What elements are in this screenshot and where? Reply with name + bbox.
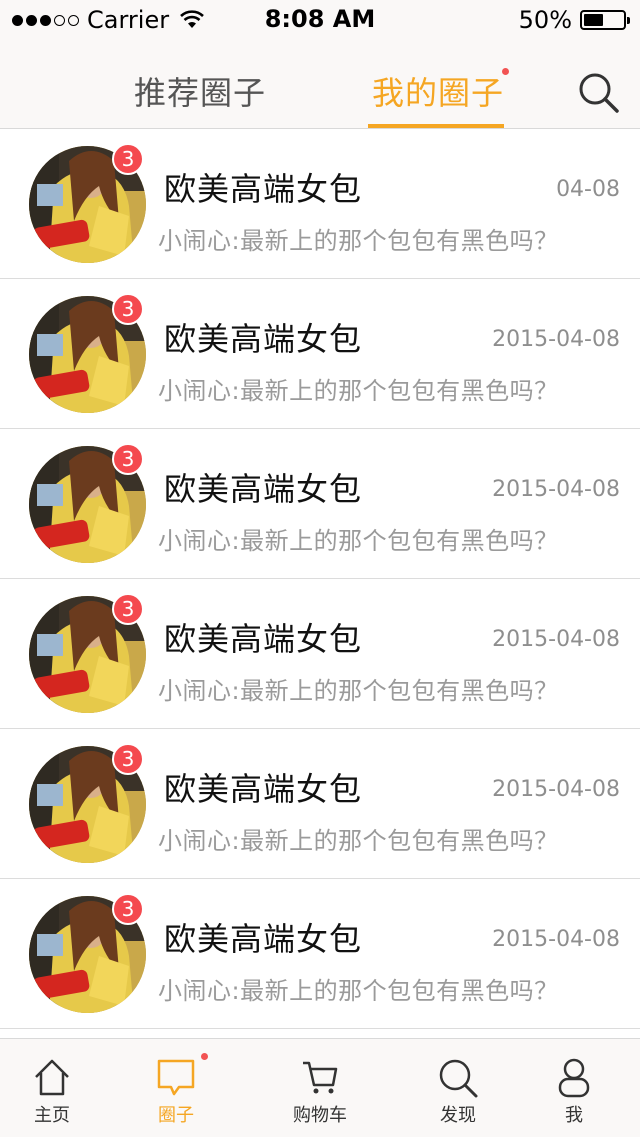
last-message-date: 2015-04-08 [492, 327, 620, 352]
cart-icon [303, 1061, 338, 1094]
unread-count-badge: 3 [112, 893, 144, 925]
unread-count-badge: 3 [112, 593, 144, 625]
circle-title: 欧美高端女包 [164, 320, 363, 358]
tab-home[interactable]: 主页 [0, 1039, 104, 1137]
message-separator: : [231, 827, 241, 855]
circle-title: 欧美高端女包 [164, 770, 363, 808]
last-message: 小闹心:最新上的那个包包有黑色吗？ [158, 821, 559, 856]
circle-title: 欧美高端女包 [164, 170, 363, 208]
tab-my-circles[interactable]: 我的圈子 [372, 68, 504, 114]
tab-cart[interactable]: 购物车 [268, 1039, 372, 1137]
message-sender: 小闹心 [158, 677, 232, 705]
last-message-date: 2015-04-08 [492, 627, 620, 652]
unread-count: 3 [121, 897, 135, 921]
message-text: 最新上的那个包包有黑色吗？ [240, 677, 559, 705]
last-message-date: 2015-04-08 [492, 927, 620, 952]
last-message: 小闹心:最新上的那个包包有黑色吗？ [158, 371, 559, 406]
circle-title: 欧美高端女包 [164, 620, 363, 658]
message-separator: : [231, 977, 241, 1005]
message-text: 最新上的那个包包有黑色吗？ [240, 227, 559, 255]
tab-circles-dot [201, 1053, 208, 1060]
unread-count: 3 [121, 297, 135, 321]
message-sender: 小闹心 [158, 527, 232, 555]
last-message-date: 04-08 [556, 177, 620, 202]
battery-percent: 50% [518, 6, 572, 34]
last-message-date: 2015-04-08 [492, 477, 620, 502]
circle-title: 欧美高端女包 [164, 920, 363, 958]
list-item[interactable]: 3 欧美高端女包 2015-04-08 小闹心:最新上的那个包包有黑色吗？ [0, 879, 640, 1029]
unread-count-badge: 3 [112, 443, 144, 475]
bottom-tab-bar: 主页 圈子 购物车 发现 我 [0, 1038, 640, 1137]
tab-circles[interactable]: 圈子 [124, 1039, 228, 1137]
tab-discover-label: 发现 [440, 1105, 476, 1126]
list-item[interactable]: 3 欧美高端女包 2015-04-08 小闹心:最新上的那个包包有黑色吗？ [0, 429, 640, 579]
circle-list: 3 欧美高端女包 04-08 小闹心:最新上的那个包包有黑色吗？ 3 欧美高端女… [0, 129, 640, 1029]
last-message: 小闹心:最新上的那个包包有黑色吗？ [158, 971, 559, 1006]
tab-discover[interactable]: 发现 [406, 1039, 510, 1137]
top-nav: 推荐圈子 我的圈子 [0, 40, 640, 129]
list-item[interactable]: 3 欧美高端女包 2015-04-08 小闹心:最新上的那个包包有黑色吗？ [0, 579, 640, 729]
search-icon[interactable] [576, 70, 622, 116]
message-text: 最新上的那个包包有黑色吗？ [240, 977, 559, 1005]
unread-count-badge: 3 [112, 743, 144, 775]
tab-me-label: 我 [565, 1105, 583, 1126]
unread-count-badge: 3 [112, 293, 144, 325]
message-separator: : [231, 377, 241, 405]
status-bar: Carrier 8:08 AM 50% [0, 0, 640, 40]
message-sender: 小闹心 [158, 827, 232, 855]
search-icon [439, 1059, 478, 1098]
list-item[interactable]: 3 欧美高端女包 2015-04-08 小闹心:最新上的那个包包有黑色吗？ [0, 729, 640, 879]
message-text: 最新上的那个包包有黑色吗？ [240, 827, 559, 855]
tab-recommended-circles[interactable]: 推荐圈子 [134, 68, 266, 114]
unread-count: 3 [121, 447, 135, 471]
unread-count: 3 [121, 597, 135, 621]
message-sender: 小闹心 [158, 977, 232, 1005]
last-message: 小闹心:最新上的那个包包有黑色吗？ [158, 671, 559, 706]
user-icon [558, 1058, 590, 1098]
message-separator: : [231, 677, 241, 705]
tab-circles-label: 圈子 [158, 1105, 194, 1126]
battery-icon [580, 10, 630, 30]
last-message-date: 2015-04-08 [492, 777, 620, 802]
list-item[interactable]: 3 欧美高端女包 2015-04-08 小闹心:最新上的那个包包有黑色吗？ [0, 279, 640, 429]
circle-title: 欧美高端女包 [164, 470, 363, 508]
home-icon [35, 1059, 69, 1096]
tab-me[interactable]: 我 [522, 1039, 626, 1137]
chat-bubble-icon [157, 1059, 195, 1096]
tab-cart-label: 购物车 [293, 1105, 347, 1126]
message-text: 最新上的那个包包有黑色吗？ [240, 527, 559, 555]
message-sender: 小闹心 [158, 377, 232, 405]
message-separator: : [231, 227, 241, 255]
message-sender: 小闹心 [158, 227, 232, 255]
last-message: 小闹心:最新上的那个包包有黑色吗？ [158, 521, 559, 556]
status-right: 50% [518, 6, 630, 34]
message-text: 最新上的那个包包有黑色吗？ [240, 377, 559, 405]
unread-count: 3 [121, 147, 135, 171]
tab-notification-dot [502, 68, 509, 75]
message-separator: : [231, 527, 241, 555]
unread-count-badge: 3 [112, 143, 144, 175]
tab-home-label: 主页 [34, 1105, 70, 1126]
list-item[interactable]: 3 欧美高端女包 04-08 小闹心:最新上的那个包包有黑色吗？ [0, 129, 640, 279]
last-message: 小闹心:最新上的那个包包有黑色吗？ [158, 221, 559, 256]
active-tab-indicator [368, 124, 504, 128]
unread-count: 3 [121, 747, 135, 771]
